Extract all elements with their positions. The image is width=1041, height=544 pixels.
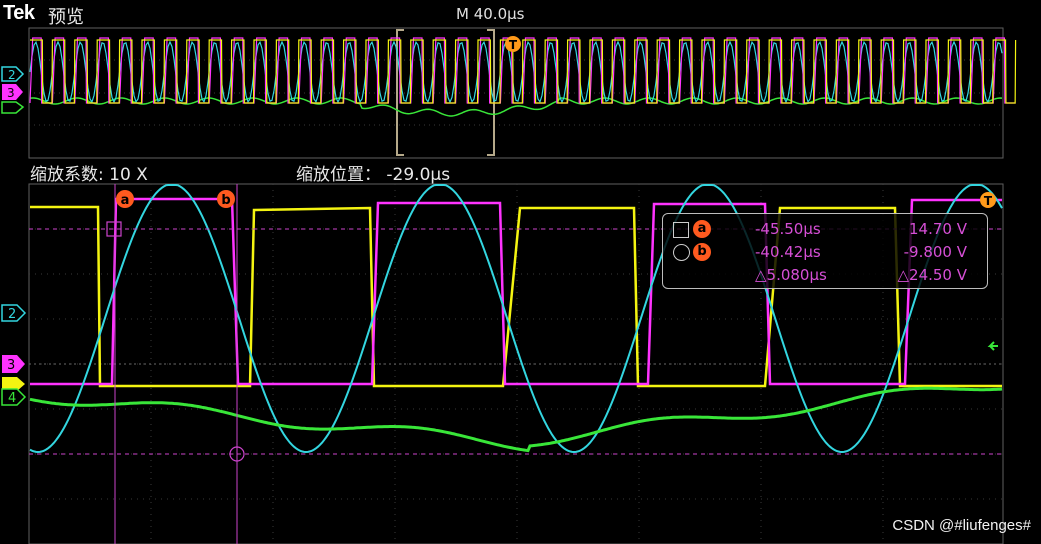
ch3-marker-overview: 3 — [2, 84, 23, 100]
svg-text:3: 3 — [7, 86, 15, 100]
cursor-b-icon: b — [693, 243, 711, 261]
cursor-a-icon: a — [693, 220, 711, 238]
cursor-b-badge-label: b — [221, 193, 230, 208]
svg-text:T: T — [509, 38, 518, 52]
trigger-marker-zoom: T — [980, 192, 996, 208]
cursor-readout-panel: a -45.50µs 14.70 V b -40.42µs -9.800 V △… — [662, 213, 988, 289]
cursor-delta-time: △5.080µs — [755, 266, 827, 284]
svg-text:2: 2 — [8, 68, 16, 82]
cursor-b-badge: b — [217, 190, 235, 208]
cursor-a-voltage: 14.70 V — [909, 220, 967, 238]
svg-text:T: T — [984, 194, 993, 208]
trigger-marker-overview: T — [505, 36, 521, 52]
svg-text:4: 4 — [8, 391, 16, 406]
cursor-a-row: a -45.50µs 14.70 V — [663, 218, 987, 240]
zoom-factor-readout[interactable]: 缩放系数: 10 X — [30, 160, 148, 185]
zoom-status-bar — [0, 158, 1041, 184]
ch4-marker: 4 — [1, 388, 27, 406]
cursor-a-badge: a — [116, 190, 134, 208]
circle-cursor-icon — [673, 244, 690, 261]
svg-text:2: 2 — [8, 307, 16, 322]
cursor-b-row: b -40.42µs -9.800 V — [663, 241, 987, 263]
cursor-delta-row: △5.080µs △24.50 V — [663, 264, 987, 286]
watermark-text: CSDN @#liufenges# — [892, 517, 1031, 534]
square-cursor-icon — [673, 222, 689, 238]
ch2-marker: 2 — [1, 304, 27, 322]
svg-text:3: 3 — [7, 358, 15, 373]
ch2-marker-overview: 2 — [1, 66, 25, 82]
cursor-delta-voltage: △24.50 V — [897, 266, 967, 284]
ch4-marker-overview — [1, 101, 25, 114]
zoom-position-readout[interactable]: 缩放位置： -29.0µs — [296, 160, 450, 185]
cursor-a-badge-label: a — [121, 193, 130, 208]
cursor-a-time: -45.50µs — [755, 220, 821, 238]
ch3-marker: 3 — [2, 355, 25, 373]
cursor-b-voltage: -9.800 V — [903, 243, 967, 261]
cursor-b-time: -40.42µs — [755, 243, 821, 261]
